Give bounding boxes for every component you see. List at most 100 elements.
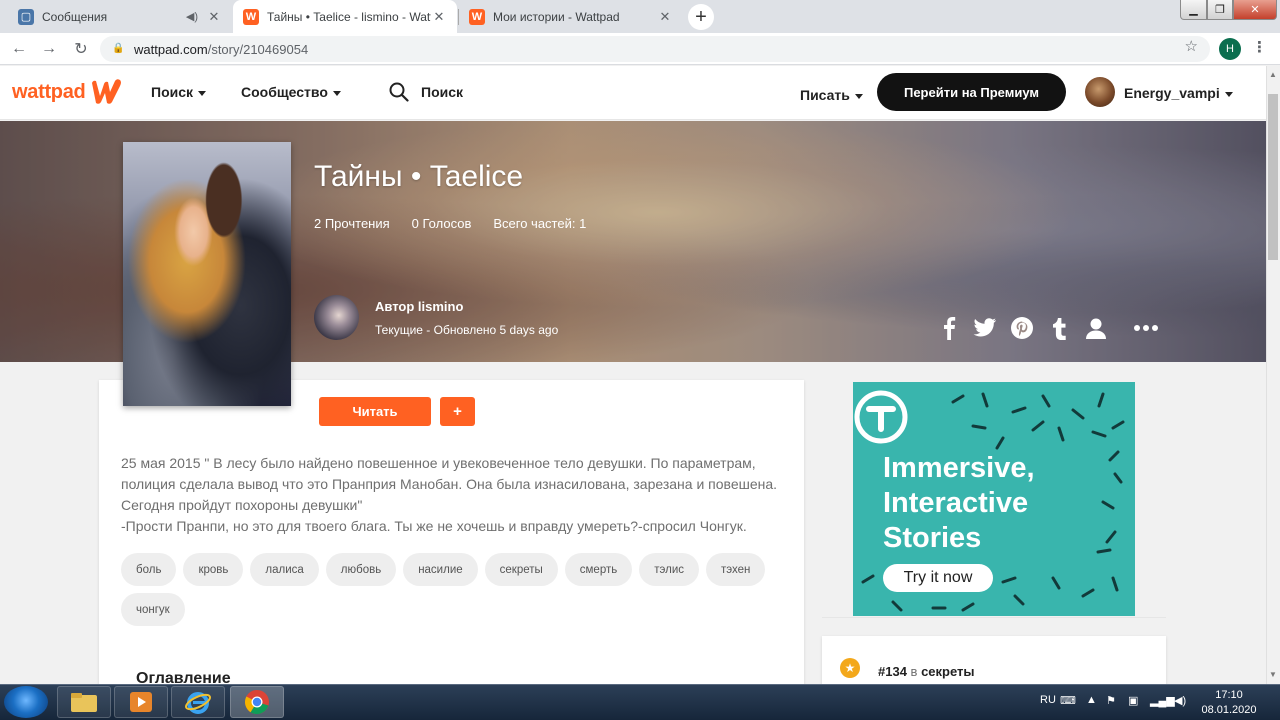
ranking-medal-icon: ★ bbox=[840, 658, 860, 678]
device-icon[interactable]: ▣ bbox=[1128, 694, 1138, 707]
tag-pill[interactable]: кровь bbox=[183, 553, 244, 586]
browser-menu-icon[interactable]: ⋮ bbox=[1252, 38, 1267, 56]
description-line: 25 мая 2015 " В лесу было найдено повеше… bbox=[121, 455, 756, 471]
story-status: Текущие - Обновлено 5 days ago bbox=[375, 323, 559, 337]
show-hidden-icons-arrow-icon[interactable]: ▲ bbox=[1086, 694, 1097, 706]
url-host: wattpad.com bbox=[134, 41, 208, 57]
wattpad-w-icon bbox=[92, 79, 122, 104]
bookmark-star-icon[interactable]: ☆ bbox=[1185, 37, 1198, 55]
browser-tab-my-stories[interactable]: W Мои истории - Wattpad ✕ bbox=[459, 0, 683, 33]
chevron-down-icon bbox=[332, 90, 341, 96]
browser-tab-strip: ▢ Сообщения ◀) ✕ W Тайны • Taelice - lis… bbox=[0, 0, 1280, 33]
search-field[interactable]: Поиск bbox=[389, 82, 463, 102]
search-menu[interactable]: Поиск bbox=[151, 84, 207, 100]
wattpad-icon: W bbox=[243, 8, 259, 25]
search-menu-label: Поиск bbox=[151, 84, 194, 100]
address-bar[interactable]: 🔒 wattpad.com/story/210469054 bbox=[100, 36, 1210, 62]
parts-count: Всего частей: 1 bbox=[493, 216, 587, 231]
site-header: wattpad Поиск Сообщество Поиск Писать Пе… bbox=[0, 66, 1266, 120]
scroll-up-arrow-icon[interactable]: ▲ bbox=[1268, 68, 1278, 80]
speaker-icon[interactable]: ◀) bbox=[186, 10, 198, 23]
tag-pill[interactable]: насилие bbox=[403, 553, 478, 586]
close-window-button[interactable]: ✕ bbox=[1233, 0, 1277, 20]
action-center-flag-icon[interactable]: ⚑ bbox=[1106, 694, 1116, 707]
story-cover-image[interactable] bbox=[123, 142, 291, 406]
scroll-down-arrow-icon[interactable]: ▼ bbox=[1268, 668, 1278, 680]
description-line: -Прости Пранпи, но это для твоего блага.… bbox=[121, 518, 747, 534]
tag-pill[interactable]: любовь bbox=[325, 553, 397, 586]
premium-button[interactable]: Перейти на Премиум bbox=[877, 73, 1066, 111]
taskbar-media-player[interactable] bbox=[114, 686, 168, 718]
system-clock[interactable]: 17:10 08.01.2020 bbox=[1199, 688, 1259, 718]
username-label: Energy_vampi bbox=[1124, 85, 1220, 101]
rank-number: #134 bbox=[878, 664, 907, 679]
story-title: Тайны • Taelice bbox=[314, 160, 524, 193]
reload-icon[interactable]: ↻ bbox=[70, 38, 92, 60]
browser-tab-story[interactable]: W Тайны • Taelice - lismino - Wattpad ✕ bbox=[233, 0, 457, 33]
internet-explorer-icon bbox=[185, 692, 211, 714]
ad-try-button[interactable]: Try it now bbox=[883, 564, 993, 592]
author-avatar[interactable] bbox=[314, 295, 359, 340]
start-button[interactable] bbox=[4, 686, 48, 718]
tag-pill[interactable]: секреты bbox=[484, 553, 558, 586]
clock-time: 17:10 bbox=[1215, 689, 1243, 701]
close-tab-icon[interactable]: ✕ bbox=[431, 9, 447, 25]
more-options-icon[interactable] bbox=[1132, 315, 1160, 341]
lock-icon: 🔒 bbox=[112, 43, 125, 54]
add-to-list-button[interactable]: + bbox=[440, 397, 475, 426]
close-tab-icon[interactable]: ✕ bbox=[657, 9, 673, 25]
search-label: Поиск bbox=[421, 84, 464, 100]
tab-title: Тайны • Taelice - lismino - Wattpad bbox=[267, 9, 431, 24]
logo-text: wattpad bbox=[12, 80, 86, 103]
tag-pill[interactable]: смерть bbox=[564, 553, 633, 586]
wattpad-logo[interactable]: wattpad bbox=[12, 78, 123, 106]
wattpad-icon: W bbox=[469, 8, 485, 25]
browser-tab-messages[interactable]: ▢ Сообщения ◀) ✕ bbox=[8, 0, 232, 33]
story-description: 25 мая 2015 " В лесу было найдено повеше… bbox=[121, 453, 791, 537]
chevron-down-icon bbox=[1224, 91, 1233, 97]
community-menu[interactable]: Сообщество bbox=[241, 84, 341, 100]
profile-avatar[interactable]: H bbox=[1219, 38, 1241, 60]
volume-icon[interactable]: ◀) bbox=[1174, 694, 1186, 707]
tag-pill[interactable]: тэхен bbox=[706, 553, 766, 586]
chrome-icon bbox=[245, 690, 269, 715]
media-player-icon bbox=[130, 692, 152, 712]
facebook-icon[interactable] bbox=[936, 315, 962, 341]
taskbar-explorer[interactable] bbox=[57, 686, 111, 718]
write-menu[interactable]: Писать bbox=[800, 87, 863, 103]
back-arrow-icon[interactable]: ← bbox=[8, 38, 30, 60]
scrollbar-thumb[interactable] bbox=[1268, 94, 1278, 260]
ad-headline-line: Interactive bbox=[883, 487, 1029, 519]
forward-arrow-icon[interactable]: → bbox=[38, 38, 60, 60]
user-menu[interactable]: Energy_vampi bbox=[1124, 85, 1233, 101]
url-path: /story/210469054 bbox=[207, 41, 309, 57]
taskbar-chrome[interactable] bbox=[230, 686, 284, 718]
folder-icon bbox=[71, 693, 97, 712]
keyboard-icon[interactable]: ⌨ bbox=[1060, 694, 1076, 707]
taskbar-internet-explorer[interactable] bbox=[171, 686, 225, 718]
community-menu-label: Сообщество bbox=[241, 84, 328, 100]
vk-message-icon: ▢ bbox=[18, 8, 34, 25]
user-avatar[interactable] bbox=[1085, 77, 1115, 107]
pinterest-icon[interactable] bbox=[1009, 315, 1035, 341]
user-follow-icon[interactable] bbox=[1083, 315, 1109, 341]
network-signal-icon[interactable]: ▂▄▆ bbox=[1150, 694, 1175, 707]
story-stats: 2 Прочтения 0 Голосов Всего частей: 1 bbox=[314, 216, 608, 231]
twitter-icon[interactable] bbox=[972, 315, 998, 341]
new-tab-button[interactable]: + bbox=[688, 4, 714, 30]
close-tab-icon[interactable]: ✕ bbox=[206, 9, 222, 25]
maximize-window-button[interactable]: ❐ bbox=[1207, 0, 1233, 20]
tumblr-icon[interactable] bbox=[1046, 315, 1072, 341]
read-button[interactable]: Читать bbox=[319, 397, 431, 426]
minimize-window-button[interactable]: ▁ bbox=[1180, 0, 1207, 20]
search-icon bbox=[389, 82, 409, 102]
author-link[interactable]: Автор lismino bbox=[375, 299, 463, 314]
tag-pill[interactable]: лалиса bbox=[250, 553, 319, 586]
advertisement-banner[interactable]: Immersive, Interactive Stories Try it no… bbox=[853, 382, 1135, 616]
tab-title: Мои истории - Wattpad bbox=[493, 9, 620, 24]
ranking-link[interactable]: #134 в секреты bbox=[878, 664, 975, 679]
language-indicator[interactable]: RU bbox=[1040, 694, 1056, 706]
tag-pill[interactable]: боль bbox=[121, 553, 177, 586]
tag-pill[interactable]: тэлис bbox=[639, 553, 700, 586]
tag-pill[interactable]: чонгук bbox=[121, 593, 185, 626]
